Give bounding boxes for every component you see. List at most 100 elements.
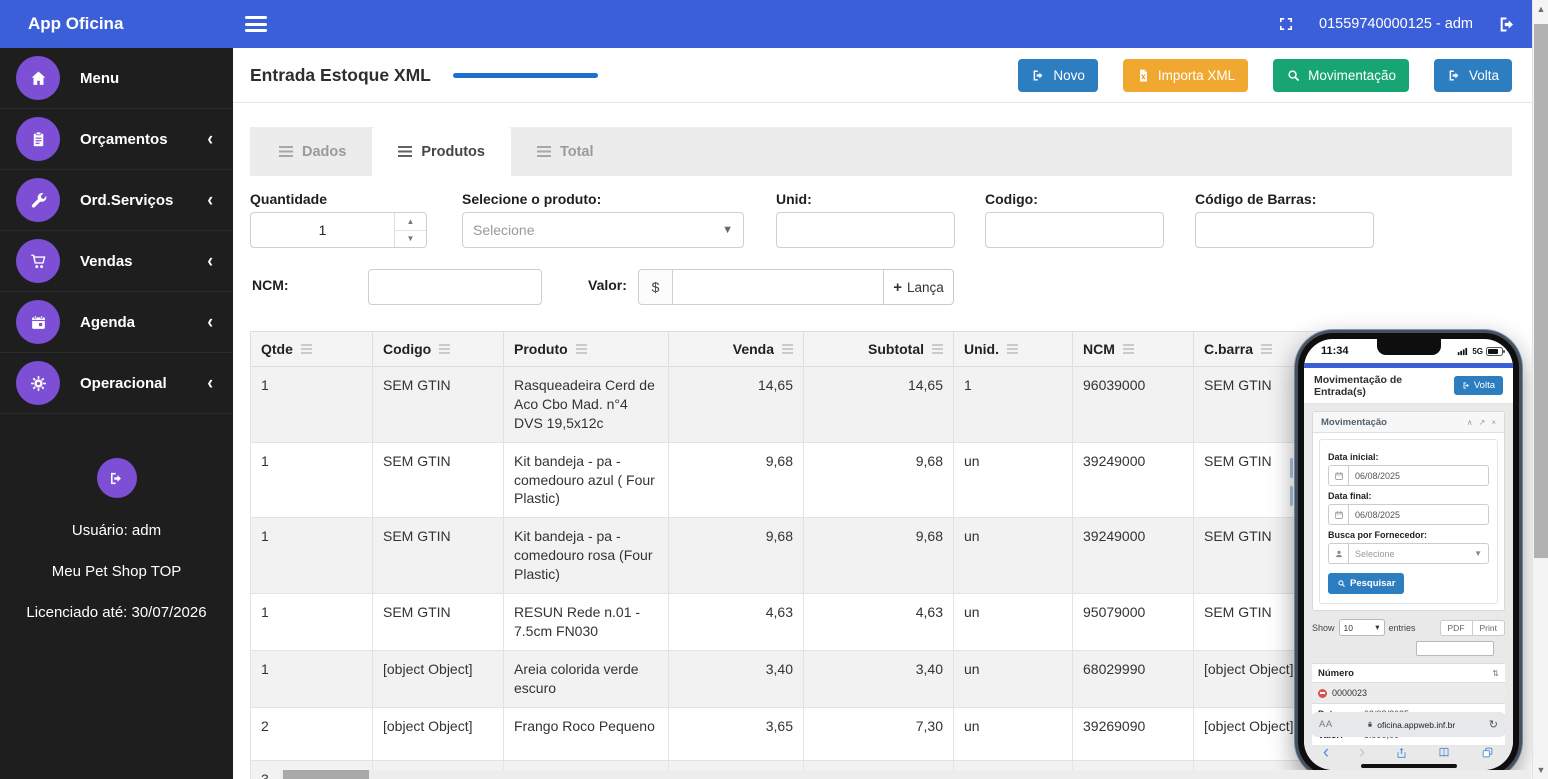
calendar-icon	[1329, 505, 1349, 524]
cell-produto: Frango Roco Pequeno	[503, 706, 669, 761]
sort-icon	[1122, 343, 1134, 355]
app-brand: App Oficina	[28, 14, 124, 33]
back-icon: ‹	[1322, 742, 1330, 763]
hamburger-menu-icon[interactable]	[245, 13, 267, 36]
column-header-label: C.barra	[1204, 341, 1254, 357]
movimentacao-button[interactable]: Movimentação	[1273, 58, 1409, 92]
reload-icon: ↻	[1488, 719, 1498, 731]
list-icon	[279, 146, 293, 157]
fullscreen-icon[interactable]	[1277, 15, 1295, 33]
ncm-field[interactable]	[368, 269, 542, 305]
chevron-left-icon: ‹	[207, 249, 213, 272]
tabs-bar: Dados Produtos Total	[250, 127, 1512, 176]
cell-qtde: 1	[250, 649, 373, 708]
unid-field[interactable]	[776, 212, 955, 248]
cell-ncm: 39249000	[1072, 441, 1194, 519]
cell-produto: Areia colorida verde escuro	[503, 649, 669, 708]
cell-codigo: [object Object]	[372, 706, 504, 761]
scroll-down-icon[interactable]: ▼	[1533, 765, 1548, 775]
tab-total[interactable]: Total	[511, 127, 620, 176]
column-header-produto[interactable]: Produto	[503, 331, 669, 367]
minus-circle-icon	[1318, 688, 1327, 698]
cell-codigo: SEM GTIN	[372, 366, 504, 443]
phone-field-label: Data inicial:	[1328, 452, 1379, 462]
sidebar-item-operacional[interactable]: Operacional ‹	[0, 353, 233, 414]
signal-icon	[1458, 347, 1468, 356]
phone-screen: 11:34 5G Movimentação de Entrada(s) Volt…	[1304, 339, 1513, 770]
cell-produto: Kit bandeja - pa - comedouro rosa (Four …	[503, 517, 669, 595]
valor-label: Valor:	[588, 277, 627, 293]
cell-venda: 9,68	[668, 441, 804, 519]
tab-label: Dados	[302, 143, 347, 160]
horizontal-scrollbar[interactable]	[280, 770, 1531, 779]
logout-icon[interactable]	[1497, 14, 1518, 35]
license-label: Licenciado até: 30/07/2026	[26, 604, 207, 621]
phone-table-row: 0000023	[1312, 683, 1505, 704]
scroll-up-icon[interactable]: ▲	[1533, 4, 1548, 14]
sidebar-item-label: Operacional	[80, 374, 167, 392]
chevron-down-icon: ▼	[1474, 549, 1482, 558]
column-header-unid[interactable]: Unid.	[953, 331, 1073, 367]
produto-label: Selecione o produto:	[462, 191, 602, 207]
vertical-scrollbar[interactable]: ▲ ▼	[1532, 0, 1548, 779]
cell-qtde: 1	[250, 517, 373, 595]
cell-unid: un	[953, 649, 1073, 708]
sidebar-item-label: Menu	[80, 69, 120, 87]
calendar-icon	[16, 300, 60, 344]
qty-down-icon[interactable]: ▼	[395, 231, 426, 248]
volta-button[interactable]: Volta	[1433, 58, 1512, 92]
importa-xml-button[interactable]: Importa XML	[1122, 58, 1249, 92]
tab-produtos[interactable]: Produtos	[372, 127, 511, 176]
codigo-field[interactable]	[985, 212, 1164, 248]
sidebar-item-vendas[interactable]: Vendas ‹	[0, 231, 233, 292]
column-header-venda[interactable]: Venda	[668, 331, 804, 367]
cell-ncm: 68029990	[1072, 649, 1194, 708]
phone-mockup: 11:34 5G Movimentação de Entrada(s) Volt…	[1290, 330, 1522, 779]
quantidade-label: Quantidade	[250, 191, 328, 207]
cell-venda: 3,65	[668, 706, 804, 761]
sidebar-item-menu[interactable]: Menu	[0, 48, 233, 109]
entries-select: 10 ▾	[1338, 619, 1385, 636]
column-header-label: Subtotal	[868, 341, 924, 357]
cell-subtotal: 14,65	[803, 366, 954, 443]
column-header-ncm[interactable]: NCM	[1072, 331, 1194, 367]
company-label: Meu Pet Shop TOP	[51, 563, 182, 580]
account-label: 01559740000125 - adm	[1319, 16, 1473, 32]
sidebar-item-agenda[interactable]: Agenda ‹	[0, 292, 233, 353]
chevron-left-icon: ‹	[207, 127, 213, 150]
cell-subtotal: 3,40	[803, 649, 954, 708]
column-header-codigo[interactable]: Codigo	[372, 331, 504, 367]
phone-panel-title: Movimentação	[1321, 416, 1387, 428]
cell-codigo: [object Object]	[372, 649, 504, 708]
sidebar-item-orcamentos[interactable]: Orçamentos ‹	[0, 109, 233, 170]
cell-codigo: SEM GTIN	[372, 593, 504, 651]
cell-produto: Kit bandeja - pa - comedouro azul ( Four…	[503, 441, 669, 519]
valor-field[interactable]	[672, 269, 884, 305]
cell-codigo: SEM GTIN	[372, 441, 504, 519]
novo-button[interactable]: Novo	[1018, 58, 1098, 92]
safari-address-bar: AA oficina.appweb.inf.br ↻	[1310, 712, 1507, 737]
qty-up-icon[interactable]: ▲	[395, 213, 426, 231]
cell-venda: 9,68	[668, 517, 804, 595]
cbarras-field[interactable]	[1195, 212, 1374, 248]
cell-codigo: SEM GTIN	[372, 517, 504, 595]
phone-field-label: Busca por Fornecedor:	[1328, 530, 1428, 540]
produto-select[interactable]: Selecione ▼	[462, 212, 744, 248]
cell-ncm: 95079000	[1072, 593, 1194, 651]
tab-dados[interactable]: Dados	[253, 127, 372, 176]
sort-icon	[439, 343, 451, 355]
quantidade-stepper[interactable]: 1 ▲ ▼	[250, 212, 427, 248]
sidebar-item-label: Ord.Serviços	[80, 191, 174, 209]
sidebar-logout-icon[interactable]	[96, 458, 137, 498]
column-header-qtde[interactable]: Qtde	[250, 331, 373, 367]
column-header-subtotal[interactable]: Subtotal	[803, 331, 954, 367]
cell-qtde: 1	[250, 593, 373, 651]
vertical-scroll-thumb[interactable]	[1534, 24, 1548, 558]
tab-label: Produtos	[421, 143, 485, 160]
lanca-button[interactable]: + Lança	[884, 269, 954, 305]
sidebar: Menu Orçamentos ‹ Ord.Serviços ‹ Vendas ‹ Agend…	[0, 48, 233, 779]
horizontal-scroll-thumb[interactable]	[283, 770, 369, 779]
sort-icon	[1261, 343, 1273, 355]
sidebar-item-ord-servicos[interactable]: Ord.Serviços ‹	[0, 170, 233, 231]
tab-label: Total	[559, 143, 594, 160]
